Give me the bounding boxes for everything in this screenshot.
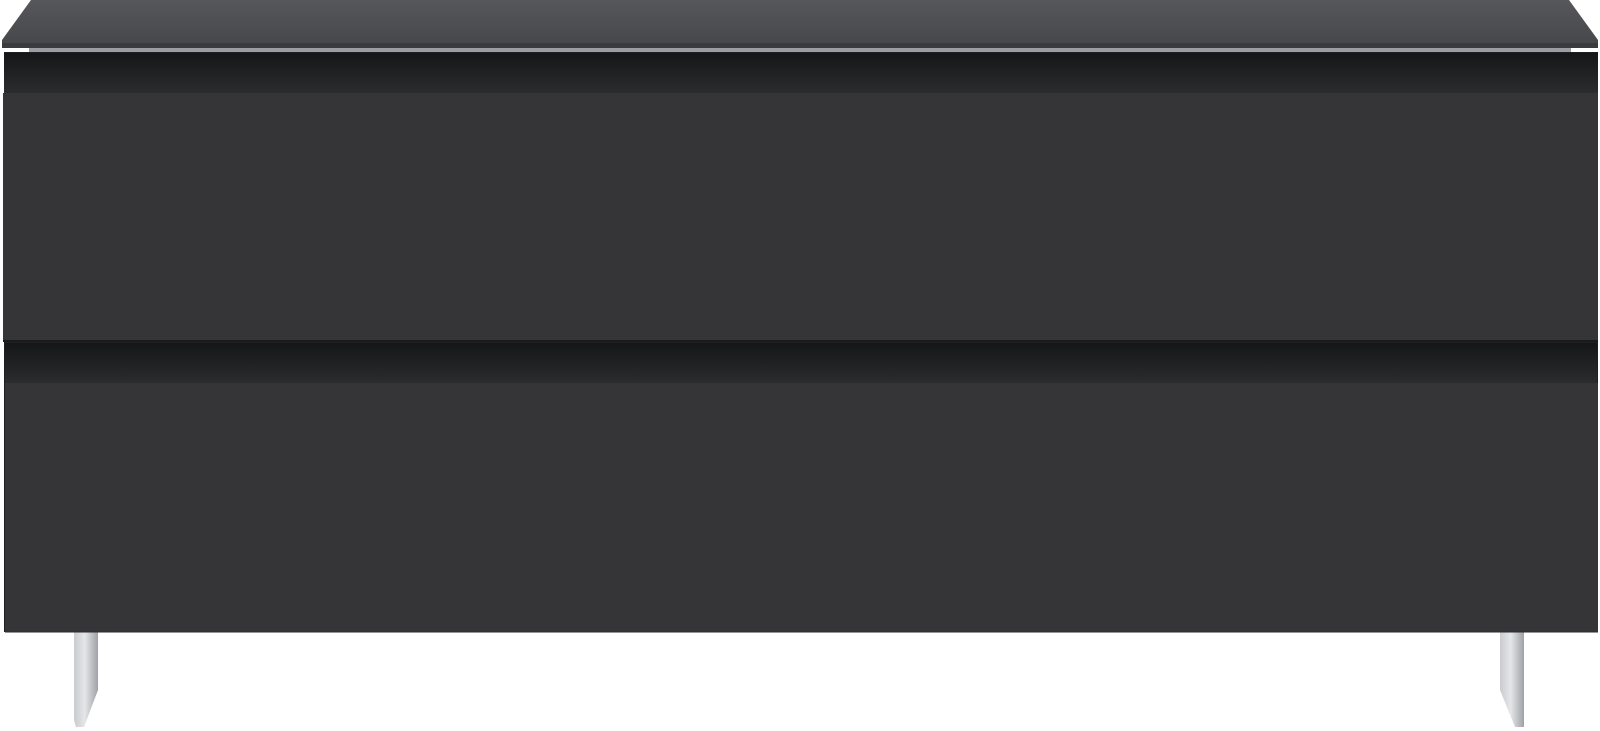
top-recess: [4, 53, 1598, 93]
glass-top-edge: [2, 43, 1598, 48]
legs: [74, 628, 1524, 727]
middle-recess: [5, 343, 1597, 383]
glass-top-surface: [2, 0, 1598, 46]
right-leg: [1500, 628, 1524, 727]
glass-top: [2, 0, 1598, 53]
drawer-bottom-front[interactable]: [5, 383, 1598, 632]
product-photo: [0, 0, 1600, 731]
drawer-top-front[interactable]: [3, 93, 1598, 341]
sideboard-illustration: [2, 0, 1598, 727]
left-leg: [74, 628, 98, 727]
